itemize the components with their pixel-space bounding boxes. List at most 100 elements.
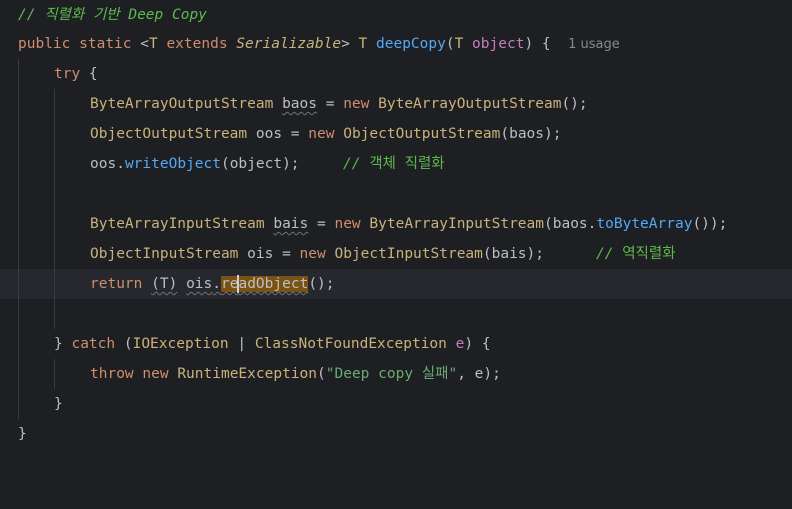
write-statement: oos.writeObject(object); (90, 149, 300, 179)
comment-slash: // (596, 246, 623, 262)
return-type: T (358, 36, 368, 52)
dot: . (212, 276, 221, 292)
code-line-try[interactable]: try { (0, 59, 792, 89)
code-line-comment[interactable]: // 직렬화 기반 Deep Copy (0, 0, 792, 30)
kw-extends: extends (166, 36, 228, 52)
return-statement: return (T) ois.readObject(); (90, 269, 335, 299)
indent-guide (18, 89, 19, 119)
kw-new: new (308, 126, 335, 142)
kw-try: try (54, 66, 81, 82)
indent-guide (18, 209, 19, 239)
code-line-throw[interactable]: throw new RuntimeException("Deep copy 실패… (0, 359, 792, 389)
oos-statement: ObjectOutputStream oos = new ObjectOutpu… (90, 119, 561, 149)
indent-guide (54, 119, 55, 149)
indent-guide (18, 359, 19, 389)
rest: (bais); (482, 246, 544, 262)
rest: ()); (692, 216, 728, 232)
code-line-return[interactable]: return (T) ois.readObject(); (0, 269, 792, 299)
ctor-name: RuntimeException (177, 366, 318, 382)
indent-guide (18, 389, 19, 419)
code-line-close-method[interactable]: } (0, 419, 792, 449)
indent-guide (54, 179, 55, 209)
type-param: T (148, 36, 158, 52)
ctor-name: ObjectInputStream (334, 246, 483, 262)
indent-guide (18, 239, 19, 269)
method-post: adObject (238, 276, 309, 292)
code-line-blank[interactable] (0, 179, 792, 209)
indent-guide (54, 209, 55, 239)
indent-guide (18, 59, 19, 89)
rest: , e); (457, 366, 501, 382)
generic-close: > (341, 36, 350, 52)
assign-op: = (308, 216, 335, 232)
type-name: ObjectInputStream (90, 246, 239, 262)
args: (object); (220, 156, 300, 172)
indent-guide (54, 299, 55, 329)
indent-guide (54, 239, 55, 269)
kw-new: new (334, 216, 361, 232)
type-name: ByteArrayOutputStream (90, 96, 274, 112)
kw-static: static (79, 36, 132, 52)
rest: (); (308, 276, 335, 292)
exception-cnf: ClassNotFoundException (254, 336, 447, 352)
code-line-write[interactable]: oos.writeObject(object); // 객체 직렬화 (0, 149, 792, 179)
rest: (baos); (500, 126, 562, 142)
code-line-ois[interactable]: ObjectInputStream ois = new ObjectInputS… (0, 239, 792, 269)
exception-io: IOException (132, 336, 229, 352)
indent-guide (54, 149, 55, 179)
catch-statement: } catch (IOException | ClassNotFoundExce… (54, 329, 491, 359)
code-line-bais[interactable]: ByteArrayInputStream bais = new ByteArra… (0, 209, 792, 239)
close-brace: } (54, 336, 63, 352)
bais-statement: ByteArrayInputStream bais = new ByteArra… (90, 209, 727, 239)
ois-statement: ObjectInputStream ois = new ObjectInputS… (90, 239, 544, 269)
comment-slash: // (343, 156, 370, 172)
selected-method[interactable]: readObject (221, 275, 309, 293)
type-name: ByteArrayInputStream (90, 216, 265, 232)
kw-new: new (142, 366, 169, 382)
kw-return: return (90, 276, 143, 292)
kw-catch: catch (71, 336, 116, 352)
assign-op: = (282, 126, 309, 142)
kw-new: new (343, 96, 370, 112)
close: ) { (464, 336, 491, 352)
code-line-baos[interactable]: ByteArrayOutputStream baos = new ByteArr… (0, 89, 792, 119)
code-line-blank[interactable] (0, 299, 792, 329)
dot: . (116, 156, 125, 172)
var-bais: bais (273, 216, 309, 232)
indent-guide (54, 269, 55, 299)
open-paren: ( (123, 336, 133, 352)
indent-guide (54, 89, 55, 119)
kw-throw: throw (90, 366, 134, 382)
var-oos: oos (255, 126, 283, 142)
usage-hint[interactable]: 1 usage (568, 37, 620, 52)
indent-guide (18, 149, 19, 179)
generic-open: < (140, 36, 149, 52)
code-line-catch[interactable]: } catch (IOException | ClassNotFoundExce… (0, 329, 792, 359)
assign-op: = (316, 96, 344, 112)
signature: public static <T extends Serializable> T… (18, 29, 620, 59)
var-baos: baos (282, 96, 317, 112)
string-literal: "Deep copy 실패" (325, 366, 458, 382)
indent-guide (18, 329, 19, 359)
bound-type: Serializable (236, 36, 342, 52)
code-line-oos[interactable]: ObjectOutputStream oos = new ObjectOutpu… (0, 119, 792, 149)
kw-new: new (299, 246, 326, 262)
open-paren: ( (445, 36, 455, 52)
code-editor[interactable]: // 직렬화 기반 Deep Copy public static <T ext… (0, 0, 792, 447)
baos-statement: ByteArrayOutputStream baos = new ByteArr… (90, 89, 588, 119)
assign-op: = (273, 246, 300, 262)
try-brace: { (80, 66, 98, 82)
type-name: ObjectOutputStream (90, 126, 248, 142)
code-line-close-catch[interactable]: } (0, 389, 792, 419)
pipe: | (228, 336, 255, 352)
arg-open: (baos. (544, 216, 597, 232)
method-writeObject: writeObject (124, 156, 221, 172)
close-brace: } (18, 426, 27, 442)
param-name: object (472, 36, 525, 52)
obj-oos: oos (90, 156, 117, 172)
method-pre: re (221, 276, 239, 292)
code-line-signature[interactable]: public static <T extends Serializable> T… (0, 29, 792, 59)
inline-comment: // 객체 직렬화 (343, 149, 445, 179)
obj-ois: ois (186, 276, 213, 292)
inline-comment: // 역직렬화 (596, 239, 676, 269)
